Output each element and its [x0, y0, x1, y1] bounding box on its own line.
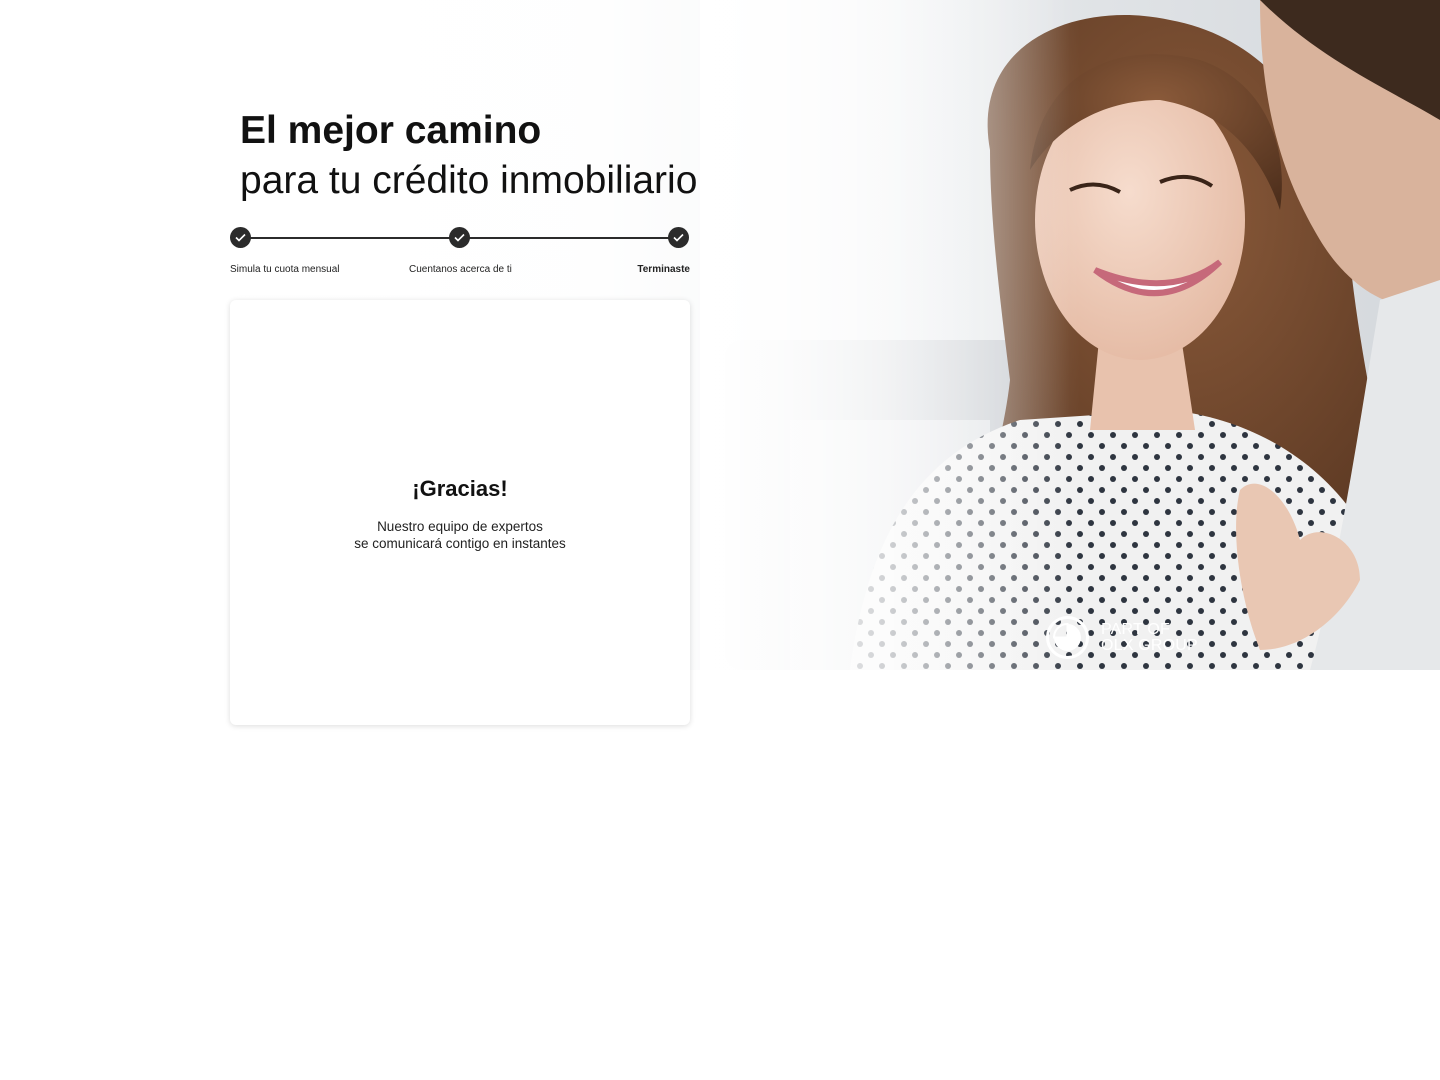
olx-group-logo-icon	[1046, 616, 1089, 659]
thank-you-line-1: Nuestro equipo de expertos	[377, 519, 543, 534]
page-title: El mejor camino para tu crédito inmobili…	[240, 106, 697, 206]
step-1-label: Simula tu cuota mensual	[230, 264, 340, 275]
olx-group-badge: PART OF OLX GROUP	[1046, 616, 1198, 659]
olx-group-text: PART OF OLX GROUP	[1101, 620, 1198, 654]
thank-you-title: ¡Gracias!	[412, 476, 508, 501]
step-2-label: Cuentanos acerca de ti	[409, 264, 512, 275]
thank-you-line-2: se comunicará contigo en instantes	[354, 536, 566, 551]
olx-group-line-2: OLX GROUP	[1101, 636, 1198, 654]
thank-you-message: Nuestro equipo de expertos se comunicará…	[230, 518, 690, 552]
hero-gradient-overlay	[0, 0, 1440, 670]
page: El mejor camino para tu crédito inmobili…	[0, 0, 1440, 1080]
page-title-bold: El mejor camino	[240, 109, 542, 152]
page-title-light: para tu crédito inmobiliario	[240, 159, 698, 202]
step-1-check-icon	[230, 227, 251, 248]
step-3-label: Terminaste	[637, 264, 690, 275]
step-3-check-icon	[668, 227, 689, 248]
olx-group-line-1: PART OF	[1101, 620, 1170, 638]
progress-stepper: Simula tu cuota mensual Cuentanos acerca…	[230, 226, 690, 278]
thank-you-card: ¡Gracias! Nuestro equipo de expertos se …	[230, 300, 690, 725]
hero-banner	[0, 0, 1440, 670]
step-2-check-icon	[449, 227, 470, 248]
